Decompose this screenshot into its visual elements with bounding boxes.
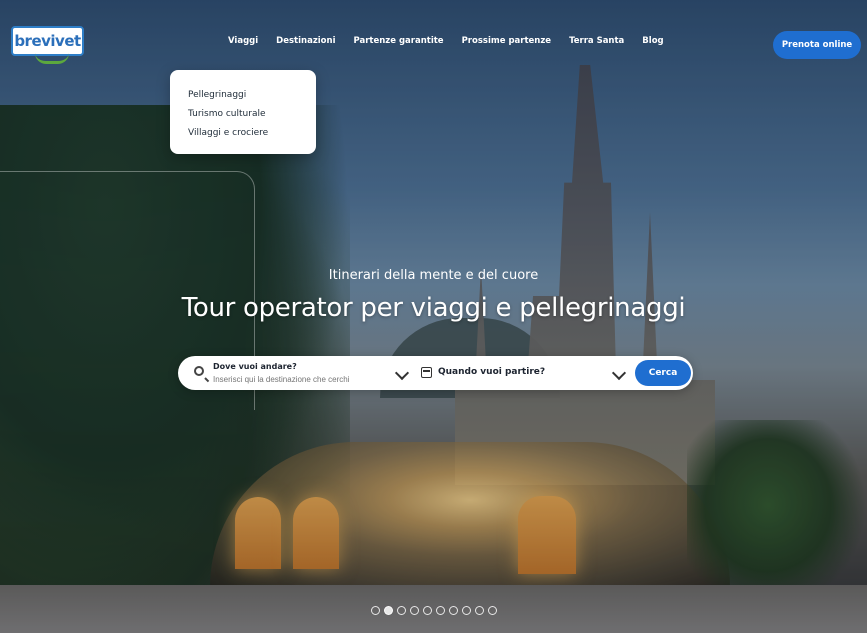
viaggi-dropdown: Pellegrinaggi Turismo culturale Villaggi… — [170, 70, 316, 154]
nav-item-terra-santa[interactable]: Terra Santa — [569, 36, 624, 46]
search-button[interactable]: Cerca — [635, 360, 691, 386]
calendar-icon — [421, 367, 432, 378]
logo-swoosh-icon — [35, 53, 69, 64]
carousel-dot[interactable] — [436, 606, 445, 615]
logo-text: brevivet — [14, 31, 81, 50]
departure-date-select[interactable]: Quando vuoi partire? — [438, 367, 545, 377]
carousel-dot[interactable] — [410, 606, 419, 615]
main-nav: Viaggi Destinazioni Partenze garantite P… — [228, 36, 682, 46]
destination-input[interactable] — [213, 373, 363, 386]
carousel-dot[interactable] — [488, 606, 497, 615]
carousel-dot[interactable] — [462, 606, 471, 615]
carousel-dots — [371, 606, 497, 615]
nav-item-destinazioni[interactable]: Destinazioni — [276, 36, 335, 46]
carousel-dot[interactable] — [397, 606, 406, 615]
header: brevivet Viaggi Destinazioni Partenze ga… — [0, 0, 867, 90]
chevron-down-icon[interactable] — [611, 365, 627, 381]
carousel-dot-active[interactable] — [384, 606, 393, 615]
chevron-down-icon[interactable] — [394, 365, 410, 381]
search-bar: Dove vuoi andare? Quando vuoi partire? C… — [178, 356, 693, 390]
book-online-button[interactable]: Prenota online — [773, 31, 861, 59]
search-icon — [194, 366, 204, 376]
destination-label: Dove vuoi andare? — [213, 362, 297, 371]
nav-item-blog[interactable]: Blog — [642, 36, 663, 46]
hero-subtitle: Itinerari della mente e del cuore — [328, 268, 539, 283]
carousel-dot[interactable] — [475, 606, 484, 615]
dropdown-item-villaggi-crociere[interactable]: Villaggi e crociere — [188, 124, 316, 143]
hero-title: Tour operator per viaggi e pellegrinaggi — [181, 293, 686, 323]
logo[interactable]: brevivet — [11, 26, 84, 64]
nav-item-viaggi[interactable]: Viaggi — [228, 36, 258, 46]
dropdown-item-pellegrinaggi[interactable]: Pellegrinaggi — [188, 86, 316, 105]
carousel-dot[interactable] — [449, 606, 458, 615]
nav-item-prossime-partenze[interactable]: Prossime partenze — [462, 36, 551, 46]
nav-item-partenze-garantite[interactable]: Partenze garantite — [353, 36, 443, 46]
dropdown-item-turismo-culturale[interactable]: Turismo culturale — [188, 105, 316, 124]
carousel-dot[interactable] — [423, 606, 432, 615]
carousel-dot[interactable] — [371, 606, 380, 615]
